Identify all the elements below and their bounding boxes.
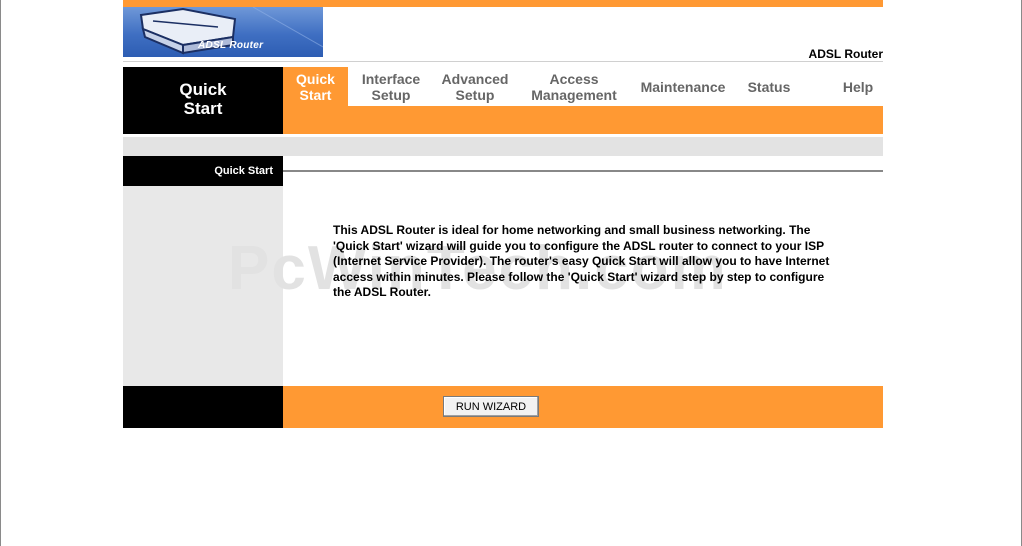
product-name: ADSL Router [808, 47, 883, 61]
tab-advanced-setup[interactable]: Advanced Setup [435, 67, 515, 106]
footer-left-panel [123, 386, 283, 428]
run-wizard-button[interactable]: RUN WIZARD [443, 396, 539, 417]
subheader-label: Quick Start [123, 156, 283, 186]
header-divider [123, 61, 883, 62]
router-logo: ADSL Router [123, 7, 323, 57]
tab-status[interactable]: Status [741, 67, 797, 106]
tab-help[interactable]: Help [833, 67, 883, 106]
tab-maintenance[interactable]: Maintenance [635, 67, 731, 106]
router-page: ADSL Router ADSL Router Quick Start Quic… [123, 0, 883, 546]
window-left-border [0, 0, 1, 546]
logo-text: ADSL Router [198, 40, 264, 51]
tab-interface-setup[interactable]: Interface Setup [353, 67, 429, 106]
top-accent-bar [123, 0, 883, 7]
separator-strip [123, 137, 883, 156]
quick-start-description: This ADSL Router is ideal for home netwo… [333, 223, 830, 299]
tab-access-management[interactable]: Access Management [523, 67, 625, 106]
section-title-panel: Quick Start [123, 67, 283, 134]
nav-orange-bar [283, 106, 883, 134]
tab-quick-start[interactable]: Quick Start [283, 67, 348, 106]
footer-action-bar [283, 386, 883, 428]
subheader-line [283, 170, 883, 172]
section-title: Quick Start [179, 80, 227, 118]
